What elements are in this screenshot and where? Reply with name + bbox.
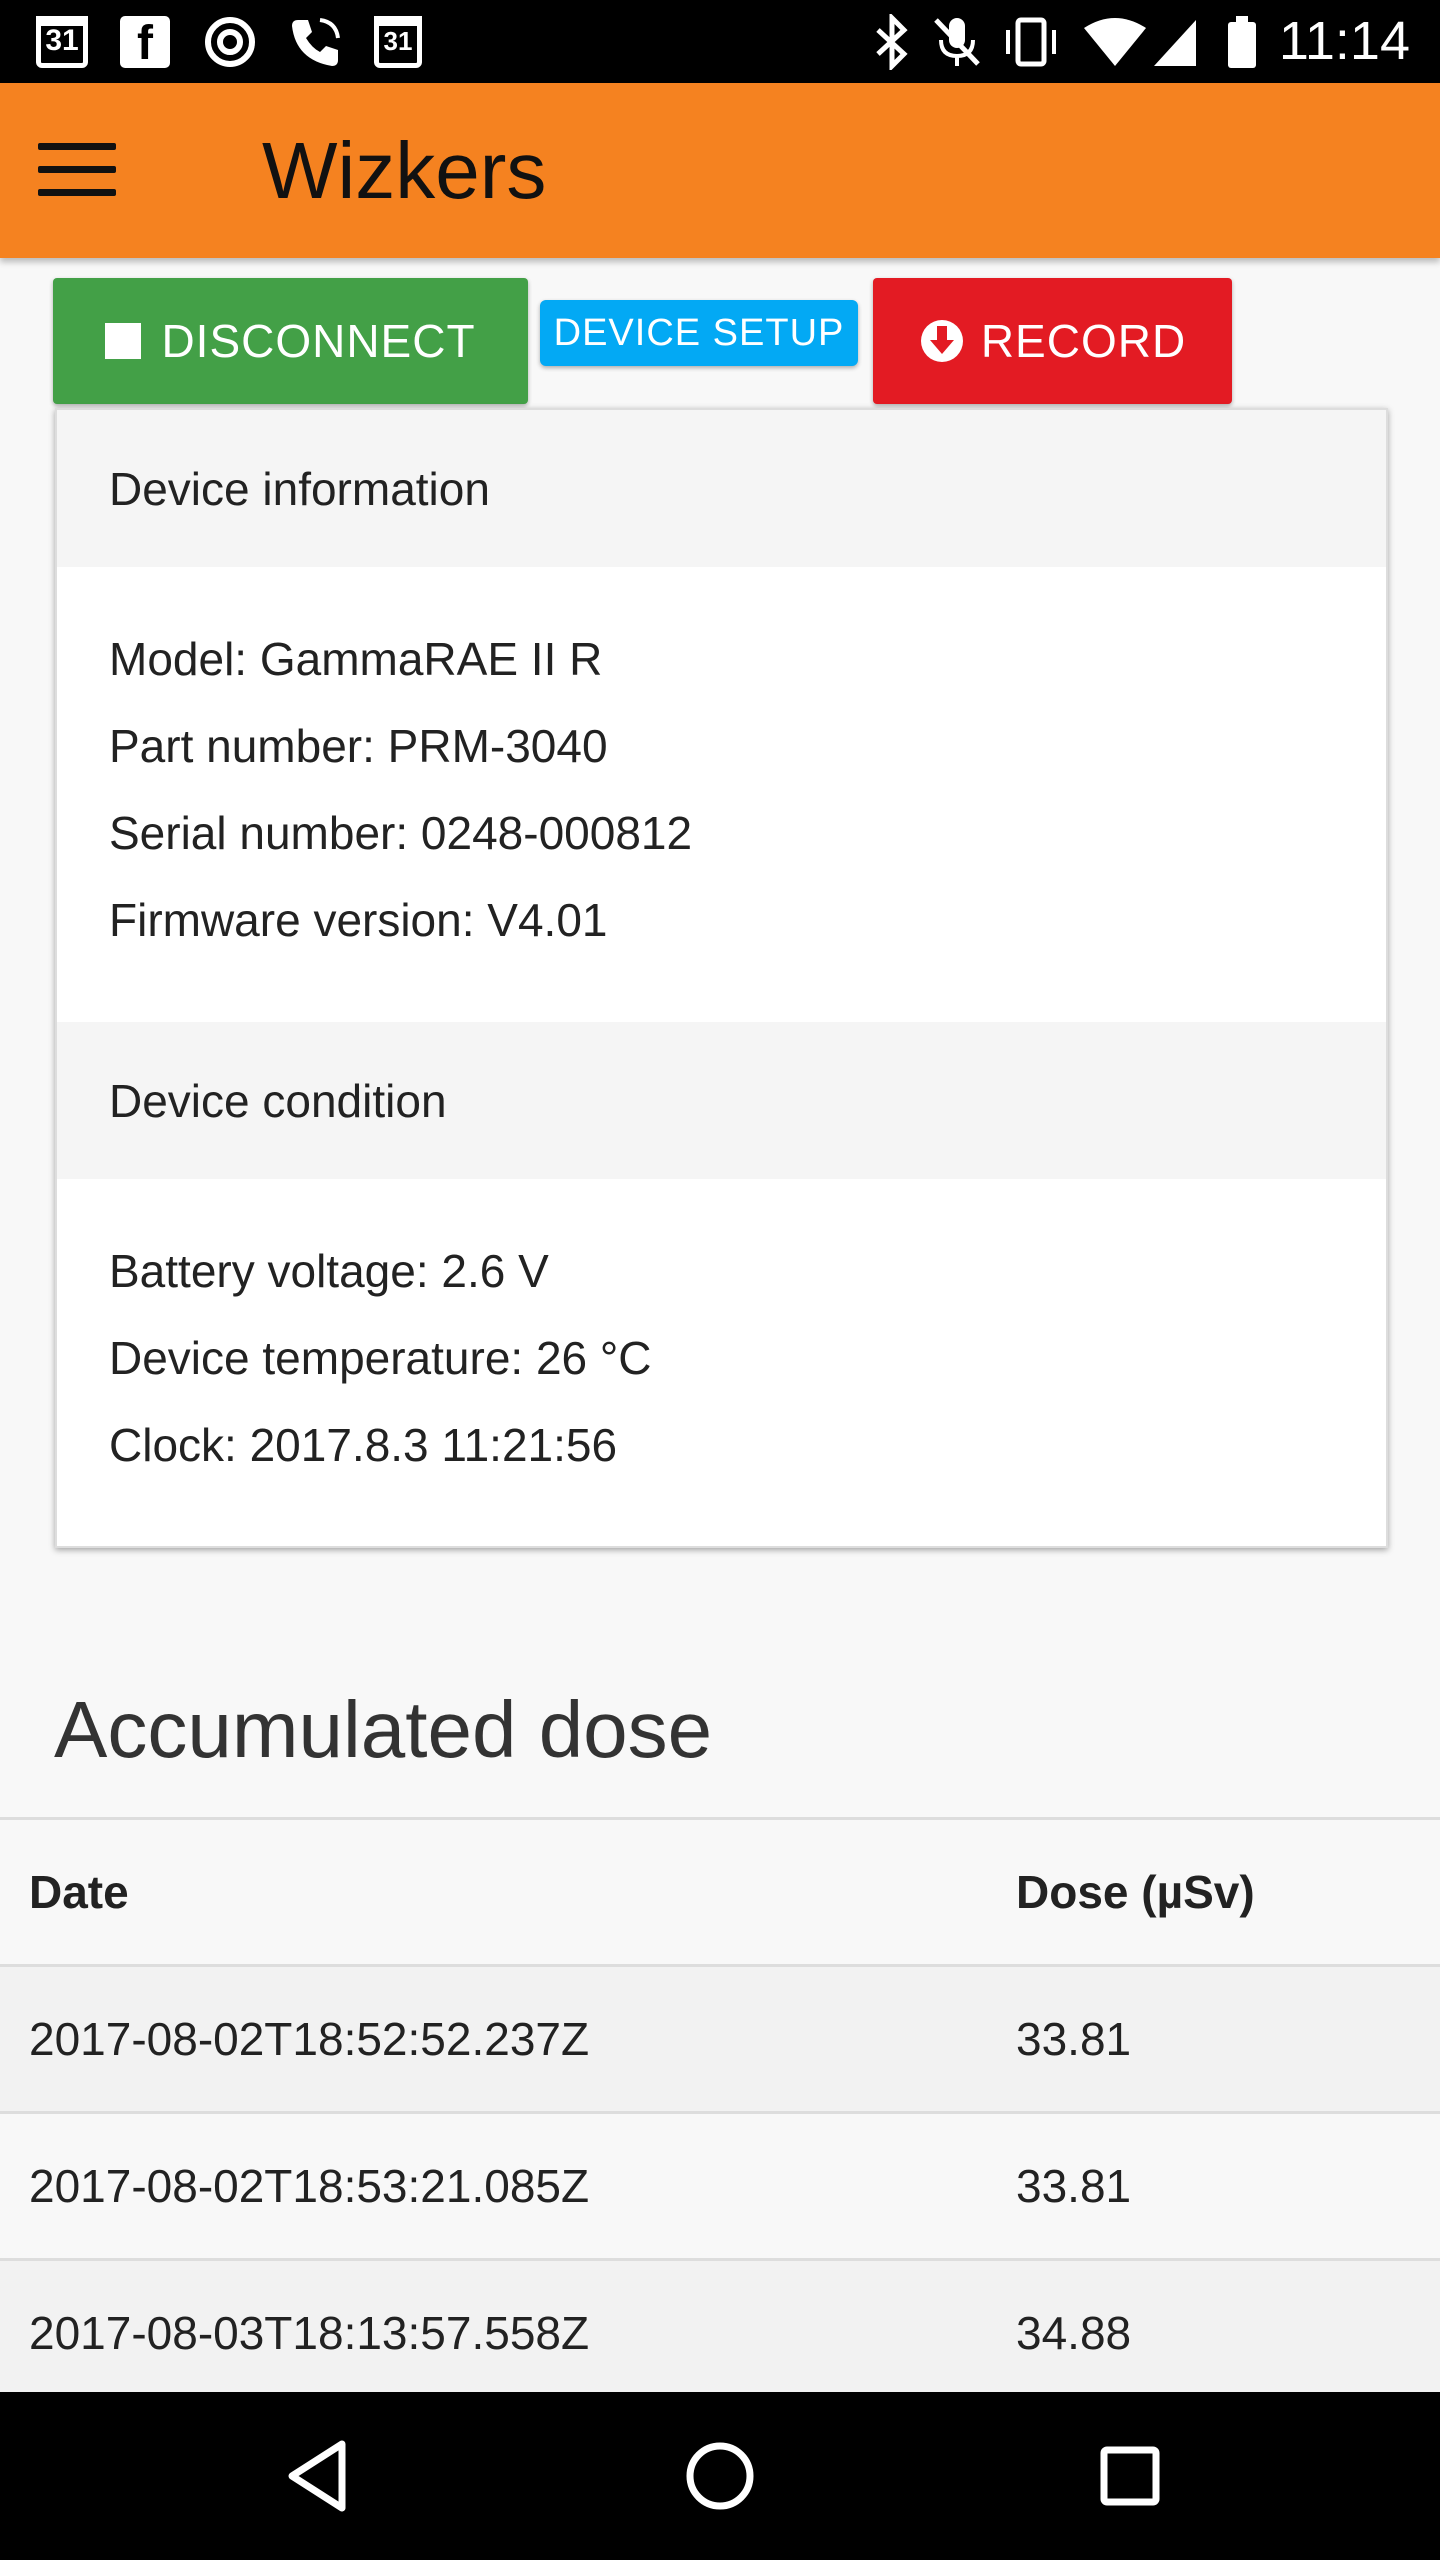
dose-cell: 34.88: [1016, 2307, 1132, 2359]
status-time: 11:14: [1278, 11, 1410, 71]
facebook-glyph: f: [137, 17, 153, 70]
calendar-icon: 31: [36, 16, 88, 68]
clock-text: Clock: 2017.8.3 11:21:56: [109, 1419, 618, 1471]
app-title: Wizkers: [262, 126, 547, 215]
calendar-day: 31: [45, 24, 79, 57]
dose-cell: 33.81: [1016, 2160, 1132, 2212]
table-row: 2017-08-02T18:52:52.237Z 33.81: [0, 1964, 1440, 2111]
device-card: Device information Model: GammaRAE II R …: [55, 408, 1388, 1548]
device-temperature-text: Device temperature: 26 °C: [109, 1332, 652, 1384]
table-row: 2017-08-02T18:53:21.085Z 33.81: [0, 2111, 1440, 2258]
device-setup-label: DEVICE SETUP: [553, 311, 845, 354]
phone-icon: [292, 18, 340, 66]
model-text: Model: GammaRAE II R: [109, 633, 603, 685]
device-condition-heading: Device condition: [57, 1022, 1386, 1179]
app-bar: Wizkers: [0, 83, 1440, 258]
download-circle-icon: [920, 320, 963, 362]
calendar-day: 31: [383, 26, 413, 56]
date-cell: 2017-08-02T18:52:52.237Z: [29, 2013, 590, 2065]
record-label: RECORD: [980, 315, 1187, 367]
battery-voltage-text: Battery voltage: 2.6 V: [109, 1245, 549, 1297]
battery-icon: [1228, 16, 1256, 68]
mute-mic-icon: [934, 18, 980, 66]
recents-icon[interactable]: [1090, 2436, 1170, 2516]
stop-icon: [105, 323, 142, 359]
device-information-heading: Device information: [57, 410, 1386, 567]
serial-number-text: Serial number: 0248-000812: [109, 807, 693, 859]
table-row: 2017-08-03T18:13:57.558Z 34.88: [0, 2258, 1440, 2405]
wifi-icon: [1084, 18, 1146, 66]
column-header-date: Date: [29, 1866, 129, 1918]
column-header-dose: Dose (µSv): [1016, 1866, 1255, 1918]
sync-icon: [205, 17, 255, 67]
hamburger-menu-icon[interactable]: [38, 143, 116, 199]
home-icon[interactable]: [680, 2436, 760, 2516]
record-button[interactable]: RECORD: [873, 278, 1232, 404]
facebook-icon: f: [120, 16, 170, 70]
firmware-version-text: Firmware version: V4.01: [109, 894, 608, 946]
signal-icon: [1154, 20, 1196, 66]
navigation-bar: [0, 2392, 1440, 2560]
disconnect-label: DISCONNECT: [161, 315, 476, 367]
date-cell: 2017-08-03T18:13:57.558Z: [29, 2307, 590, 2359]
device-setup-button[interactable]: DEVICE SETUP: [540, 300, 858, 366]
part-number-text: Part number: PRM-3040: [109, 720, 608, 772]
date-cell: 2017-08-02T18:53:21.085Z: [29, 2160, 590, 2212]
disconnect-button[interactable]: DISCONNECT: [53, 278, 528, 404]
status-bar: 31 f 31 11:14: [0, 0, 1440, 83]
bluetooth-icon: [876, 14, 908, 70]
calendar-icon: 31: [374, 16, 422, 68]
table-header-row: Date Dose (µSv): [0, 1817, 1440, 1964]
dose-cell: 33.81: [1016, 2013, 1132, 2065]
accumulated-dose-title: Accumulated dose: [54, 1685, 713, 1774]
back-icon[interactable]: [282, 2436, 352, 2516]
vibrate-icon: [1006, 17, 1056, 67]
